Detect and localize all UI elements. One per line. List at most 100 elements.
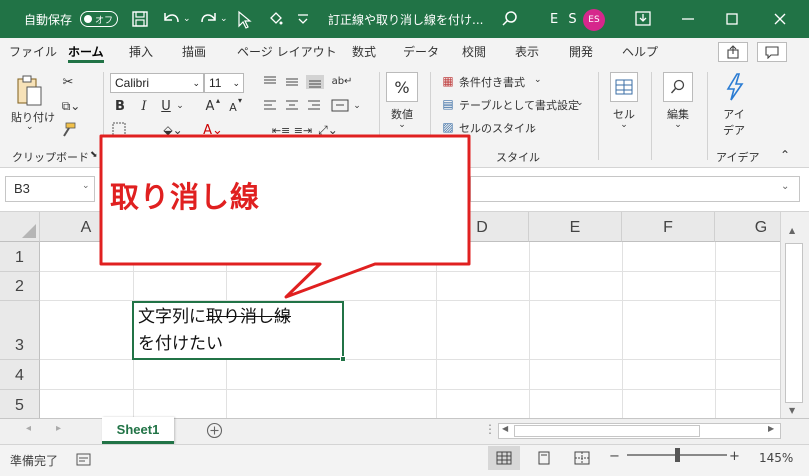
undo-icon[interactable] xyxy=(160,0,182,38)
cell-styles-dropdown-icon[interactable]: ⌄ xyxy=(529,121,537,131)
cut-icon[interactable]: ✂ xyxy=(60,74,76,90)
undo-dropdown-icon[interactable]: ⌄ xyxy=(183,0,191,38)
vertical-align-icons[interactable] xyxy=(262,75,342,89)
column-header[interactable]: B xyxy=(133,212,226,242)
copy-icon[interactable]: ⧉⌄ xyxy=(58,98,84,114)
editing-icon[interactable] xyxy=(663,72,693,102)
format-as-table-button[interactable]: テーブルとして書式設定 xyxy=(459,97,579,113)
vertical-scroll-thumb[interactable] xyxy=(785,243,803,403)
conditional-format-button[interactable]: 条件付き書式 xyxy=(459,74,525,90)
tab-split-icon[interactable]: ⋮ xyxy=(484,422,496,436)
percent-icon[interactable]: % xyxy=(386,72,418,102)
tab-view[interactable]: 表示 xyxy=(515,38,539,66)
maximize-icon[interactable] xyxy=(722,0,742,38)
close-icon[interactable] xyxy=(770,0,790,38)
italic-button[interactable]: I xyxy=(136,98,152,114)
comments-button[interactable] xyxy=(757,42,787,62)
collapse-ribbon-icon[interactable]: ⌃ xyxy=(780,148,790,162)
column-header[interactable]: D xyxy=(436,212,529,242)
prev-sheet-icon[interactable]: ◂ xyxy=(26,423,31,434)
font-name-dropdown-icon[interactable]: ⌄ xyxy=(192,74,200,92)
tab-draw[interactable]: 描画 xyxy=(182,38,206,66)
redo-icon[interactable] xyxy=(198,0,220,38)
clipboard-launcher-icon[interactable]: ⬊ xyxy=(90,150,98,160)
share-button[interactable] xyxy=(718,42,748,62)
format-as-table-dropdown-icon[interactable]: ⌄ xyxy=(576,98,584,108)
wrap-text-icon[interactable]: ab↵ xyxy=(332,72,353,90)
bold-button[interactable]: B xyxy=(112,98,128,114)
tab-data[interactable]: データ xyxy=(403,38,439,66)
border-icon[interactable] xyxy=(112,122,130,136)
horizontal-scroll-thumb[interactable] xyxy=(514,425,700,437)
expand-formula-icon[interactable]: ⌄ xyxy=(781,181,789,192)
ribbon-display-icon[interactable] xyxy=(633,0,653,38)
format-painter-icon[interactable] xyxy=(60,122,76,138)
next-sheet-icon[interactable]: ▸ xyxy=(56,423,61,434)
row-header[interactable]: 3 xyxy=(0,301,40,360)
cells-icon[interactable] xyxy=(610,72,638,102)
underline-button[interactable]: U xyxy=(158,98,174,114)
ideas-lightning-icon[interactable] xyxy=(723,72,747,102)
tab-file[interactable]: ファイル xyxy=(9,38,57,66)
search-icon[interactable] xyxy=(501,0,519,38)
customize-toolbar-icon[interactable] xyxy=(296,0,310,38)
column-header[interactable]: G xyxy=(715,212,780,242)
formula-input[interactable] xyxy=(470,176,800,202)
fill-color-icon[interactable]: ⬙⌄ xyxy=(160,122,186,138)
horizontal-align-icons[interactable] xyxy=(262,99,362,113)
row-header[interactable]: 4 xyxy=(0,360,40,390)
ideas-label-2[interactable]: デア xyxy=(716,122,752,138)
zoom-slider-knob[interactable] xyxy=(675,448,680,462)
save-icon[interactable] xyxy=(130,0,150,38)
cell-styles-icon[interactable]: ▨ xyxy=(440,120,456,134)
autosave-toggle[interactable]: オフ xyxy=(80,11,118,27)
scroll-left-icon[interactable]: ◀ xyxy=(502,424,508,433)
redo-dropdown-icon[interactable]: ⌄ xyxy=(220,0,228,38)
row-header[interactable]: 5 xyxy=(0,390,40,418)
font-size-box[interactable]: 11 ⌄ xyxy=(204,73,244,93)
scroll-right-icon[interactable]: ▶ xyxy=(768,424,774,433)
tab-developer[interactable]: 開発 xyxy=(569,38,593,66)
font-color-icon[interactable]: A⌄ xyxy=(198,122,228,138)
normal-view-button[interactable] xyxy=(488,446,520,470)
column-header[interactable]: F xyxy=(622,212,715,242)
zoom-level[interactable]: 145% xyxy=(759,451,793,465)
page-break-view-button[interactable] xyxy=(566,446,598,470)
number-dropdown-icon[interactable]: ⌄ xyxy=(384,120,420,130)
font-name-box[interactable]: Calibri ⌄ xyxy=(110,73,204,93)
conditional-format-icon[interactable]: ▦ xyxy=(440,74,456,88)
column-header[interactable]: E xyxy=(529,212,622,242)
conditional-format-dropdown-icon[interactable]: ⌄ xyxy=(534,75,542,85)
avatar[interactable]: ES xyxy=(583,9,605,31)
macro-record-icon[interactable] xyxy=(76,453,92,467)
paste-dropdown-icon[interactable]: ⌄ xyxy=(26,122,34,132)
scroll-down-icon[interactable]: ▼ xyxy=(789,406,795,415)
scroll-up-icon[interactable]: ▲ xyxy=(789,226,795,235)
fill-handle[interactable] xyxy=(340,356,346,362)
zoom-out-button[interactable]: − xyxy=(609,449,620,464)
column-header[interactable]: C xyxy=(226,212,436,242)
tab-review[interactable]: 校閲 xyxy=(462,38,486,66)
cursor-icon[interactable] xyxy=(236,0,252,38)
tab-formulas[interactable]: 数式 xyxy=(352,38,376,66)
page-layout-view-button[interactable] xyxy=(528,446,560,470)
minimize-icon[interactable] xyxy=(678,0,698,38)
paint-bucket-icon[interactable] xyxy=(268,0,284,38)
cells-dropdown-icon[interactable]: ⌄ xyxy=(606,120,642,130)
ideas-label-1[interactable]: アイ xyxy=(716,106,752,122)
row-header[interactable]: 2 xyxy=(0,272,40,301)
merge-dropdown-icon[interactable]: ⌄ xyxy=(352,99,362,113)
name-box-dropdown-icon[interactable]: ⌄ xyxy=(82,181,90,191)
table-format-icon[interactable]: ▤ xyxy=(440,97,456,111)
sheet-tab[interactable]: Sheet1 xyxy=(102,417,174,444)
tab-help[interactable]: ヘルプ xyxy=(622,38,658,66)
underline-dropdown-icon[interactable]: ⌄ xyxy=(174,98,186,114)
font-size-dropdown-icon[interactable]: ⌄ xyxy=(232,74,240,92)
zoom-in-button[interactable]: + xyxy=(729,449,740,464)
editing-dropdown-icon[interactable]: ⌄ xyxy=(660,120,696,130)
cell-styles-button[interactable]: セルのスタイル xyxy=(459,120,536,136)
tab-home[interactable]: ホーム xyxy=(68,38,104,66)
tab-insert[interactable]: 挿入 xyxy=(129,38,153,66)
orientation-icon[interactable]: ⤢⌄ xyxy=(313,122,343,138)
add-sheet-icon[interactable] xyxy=(206,422,223,439)
